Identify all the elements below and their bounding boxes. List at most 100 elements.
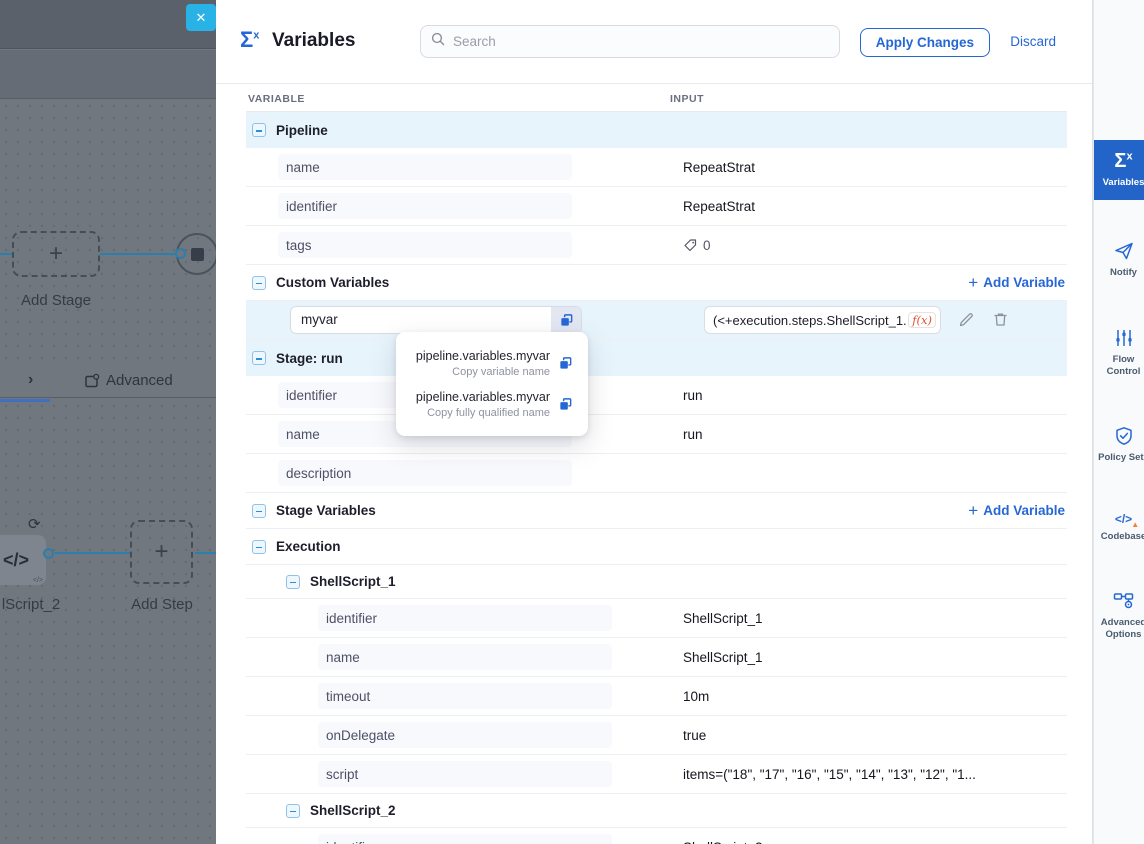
- codebase-icon: </> ▲: [1115, 513, 1132, 525]
- table-header: VARIABLE INPUT: [246, 84, 1067, 112]
- copy-variable-button[interactable]: [551, 307, 581, 333]
- edge-line: [195, 552, 216, 554]
- row-label: identifier: [318, 605, 612, 631]
- row-value: RepeatStrat: [683, 160, 755, 175]
- sliders-icon: [1114, 328, 1134, 348]
- chevron-right-icon[interactable]: ›: [28, 371, 33, 389]
- collapse-icon[interactable]: [252, 504, 266, 518]
- delete-variable-button[interactable]: [992, 311, 1010, 329]
- row-label: name: [278, 154, 572, 180]
- search-icon: [431, 32, 445, 51]
- sidebar-item-label: Codebase: [1101, 531, 1144, 543]
- sidebar-item-label: Notify: [1110, 267, 1137, 279]
- search-input[interactable]: [453, 34, 829, 49]
- popup-item-title: pipeline.variables.myvar: [416, 390, 550, 404]
- sidebar-item-policy-sets[interactable]: Policy Sets: [1094, 415, 1144, 475]
- copy-variable-name-item[interactable]: pipeline.variables.myvar Copy variable n…: [396, 343, 588, 384]
- collapse-icon[interactable]: [252, 540, 266, 554]
- row-label: identifier: [278, 193, 572, 219]
- table-row: name RepeatStrat: [246, 148, 1067, 187]
- add-step-button[interactable]: +: [130, 520, 193, 584]
- table-row: description: [246, 454, 1067, 493]
- code-icon: </>: [3, 550, 29, 571]
- variables-sigma-icon: Σx: [240, 27, 259, 53]
- canvas-dot-grid: [0, 100, 216, 844]
- sidebar-item-variables[interactable]: Σx Variables: [1094, 140, 1144, 200]
- row-value: ShellScript_2: [683, 840, 763, 844]
- variable-value-input[interactable]: (<+execution.steps.ShellScript_1. f(x): [704, 306, 941, 334]
- sidebar-item-notify[interactable]: Notify: [1094, 230, 1144, 290]
- plus-icon: +: [968, 502, 978, 519]
- popup-item-subtitle: Copy variable name: [452, 366, 550, 378]
- flowchart-gear-icon: [1113, 591, 1135, 611]
- edge-line: [0, 253, 12, 255]
- plus-icon: +: [968, 274, 978, 291]
- copy-fully-qualified-item[interactable]: pipeline.variables.myvar Copy fully qual…: [396, 384, 588, 425]
- warning-icon: ▲: [1131, 521, 1139, 529]
- collapse-icon[interactable]: [286, 804, 300, 818]
- close-drawer-button[interactable]: ✕: [186, 4, 216, 31]
- search-box[interactable]: [420, 25, 840, 58]
- column-variable: VARIABLE: [248, 93, 305, 105]
- collapse-icon[interactable]: [286, 575, 300, 589]
- collapse-icon[interactable]: [252, 276, 266, 290]
- table-row: name run: [246, 415, 1067, 454]
- panel-header: Σx Variables Apply Changes Discard: [216, 0, 1092, 84]
- plus-icon: +: [49, 240, 63, 268]
- loop-icon: ⟳: [28, 515, 41, 533]
- canvas-toolbar: [0, 50, 216, 99]
- sidebar-item-codebase[interactable]: </> ▲ Codebase: [1094, 502, 1144, 554]
- row-value: RepeatStrat: [683, 199, 755, 214]
- sidebar-item-label: Advanced Options: [1096, 617, 1144, 642]
- sidebar-item-label: Policy Sets: [1098, 452, 1144, 464]
- section-shellscript1: ShellScript_1: [246, 565, 1067, 599]
- add-stage-button[interactable]: +: [12, 231, 100, 277]
- advanced-tab-icon: [84, 373, 100, 394]
- pipeline-canvas: + Add Stage › Advanced ⟳ </> </> + lScri…: [0, 0, 216, 844]
- sidebar-item-label: Flow Control: [1096, 354, 1144, 379]
- popup-item-subtitle: Copy fully qualified name: [427, 407, 550, 419]
- copy-icon: [558, 356, 573, 371]
- variable-name-input[interactable]: myvar: [290, 306, 582, 334]
- copy-variable-popup: pipeline.variables.myvar Copy variable n…: [396, 332, 588, 436]
- page-title: Variables: [272, 30, 355, 52]
- row-value: run: [683, 427, 703, 442]
- add-variable-button[interactable]: + Add Variable: [968, 274, 1067, 291]
- connector-port-icon: [175, 248, 186, 259]
- expression-fx-icon[interactable]: f(x): [908, 312, 936, 328]
- apply-changes-button[interactable]: Apply Changes: [860, 28, 990, 57]
- table-row: tags 0: [246, 226, 1067, 265]
- table-row: onDelegate true: [246, 716, 1067, 755]
- add-variable-button[interactable]: + Add Variable: [968, 502, 1067, 519]
- tab-advanced[interactable]: Advanced: [106, 372, 173, 389]
- row-value: ShellScript_1: [683, 650, 763, 665]
- row-value: 10m: [683, 689, 709, 704]
- stage-tabbar: › Advanced: [0, 364, 216, 398]
- sidebar-item-advanced-options[interactable]: Advanced Options: [1094, 580, 1144, 653]
- collapse-icon[interactable]: [252, 123, 266, 137]
- popup-item-title: pipeline.variables.myvar: [416, 349, 550, 363]
- row-value: true: [683, 728, 706, 743]
- custom-variable-row: myvar (<+execution.steps.ShellScript_1. …: [246, 301, 1067, 340]
- row-label: tags: [278, 232, 572, 258]
- table-row: identifier ShellScript_2: [246, 828, 1067, 844]
- row-label: script: [318, 761, 612, 787]
- table-row: timeout 10m: [246, 677, 1067, 716]
- variables-table: VARIABLE INPUT Pipeline name RepeatStrat…: [246, 84, 1067, 844]
- row-value: 0: [683, 238, 711, 253]
- section-custom-variables: Custom Variables + Add Variable: [246, 265, 1067, 301]
- section-stage-variables: Stage Variables + Add Variable: [246, 493, 1067, 529]
- sidebar-item-flow-control[interactable]: Flow Control: [1094, 317, 1144, 390]
- paper-plane-icon: [1114, 241, 1134, 261]
- edit-variable-button[interactable]: [958, 311, 976, 329]
- table-row: identifier ShellScript_1: [246, 599, 1067, 638]
- step-node-shellscript2[interactable]: </> </>: [0, 535, 46, 585]
- section-shellscript2: ShellScript_2: [246, 794, 1067, 828]
- right-sidebar: Σx Variables Notify Flow Control Policy …: [1093, 0, 1144, 844]
- stop-icon: [191, 248, 204, 261]
- copy-icon: [558, 397, 573, 412]
- discard-button[interactable]: Discard: [1010, 34, 1056, 49]
- collapse-icon[interactable]: [252, 351, 266, 365]
- step-node-label: lScript_2: [0, 596, 66, 613]
- trash-icon: [992, 311, 1009, 328]
